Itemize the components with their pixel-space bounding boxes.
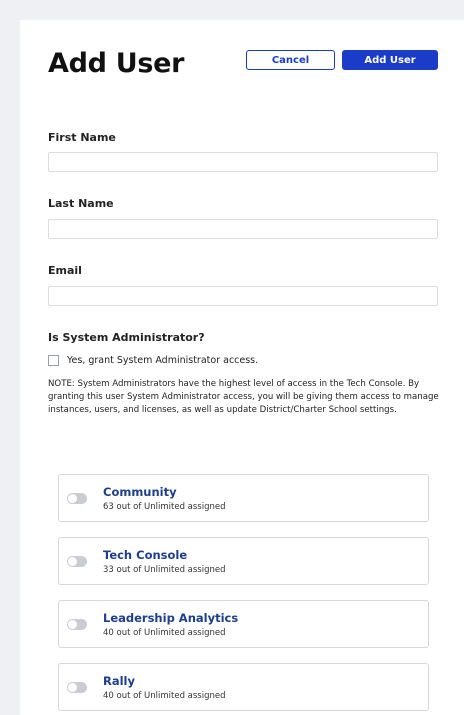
sysadmin-checkbox[interactable] xyxy=(48,355,59,366)
sysadmin-label: Is System Administrator? xyxy=(48,331,205,344)
license-toggle-tech-console[interactable] xyxy=(67,556,87,567)
sysadmin-checkbox-label: Yes, grant System Administrator access. xyxy=(67,355,259,366)
first-name-label: First Name xyxy=(48,131,116,144)
toggle-knob xyxy=(68,557,77,566)
cancel-button[interactable]: Cancel xyxy=(246,50,335,70)
sysadmin-checkbox-row[interactable]: Yes, grant System Administrator access. xyxy=(48,355,258,366)
last-name-label: Last Name xyxy=(48,197,114,210)
email-field[interactable] xyxy=(48,286,438,306)
toggle-knob xyxy=(68,683,77,692)
license-card-rally: Rally 40 out of Unlimited assigned xyxy=(58,663,429,711)
last-name-field[interactable] xyxy=(48,219,438,239)
license-card-leadership-analytics: Leadership Analytics 40 out of Unlimited… xyxy=(58,600,429,648)
license-name: Tech Console xyxy=(103,548,188,562)
license-assigned-count: 63 out of Unlimited assigned xyxy=(103,502,226,512)
license-card-community: Community 63 out of Unlimited assigned xyxy=(58,474,429,522)
license-toggle-rally[interactable] xyxy=(67,682,87,693)
license-name: Leadership Analytics xyxy=(103,611,239,625)
toggle-knob xyxy=(68,620,77,629)
license-name: Community xyxy=(103,485,177,499)
sysadmin-note: NOTE: System Administrators have the hig… xyxy=(48,379,439,416)
toggle-knob xyxy=(68,494,77,503)
add-user-button[interactable]: Add User xyxy=(342,50,438,70)
license-toggle-community[interactable] xyxy=(67,493,87,504)
license-assigned-count: 40 out of Unlimited assigned xyxy=(103,691,226,701)
add-user-panel: Add User Cancel Add User First Name Last… xyxy=(20,20,464,715)
first-name-field[interactable] xyxy=(48,152,438,172)
email-label: Email xyxy=(48,264,82,277)
license-assigned-count: 40 out of Unlimited assigned xyxy=(103,628,226,638)
license-card-tech-console: Tech Console 33 out of Unlimited assigne… xyxy=(58,537,429,585)
page-title: Add User xyxy=(48,48,185,79)
license-toggle-leadership-analytics[interactable] xyxy=(67,619,87,630)
license-assigned-count: 33 out of Unlimited assigned xyxy=(103,565,226,575)
license-name: Rally xyxy=(103,674,135,688)
